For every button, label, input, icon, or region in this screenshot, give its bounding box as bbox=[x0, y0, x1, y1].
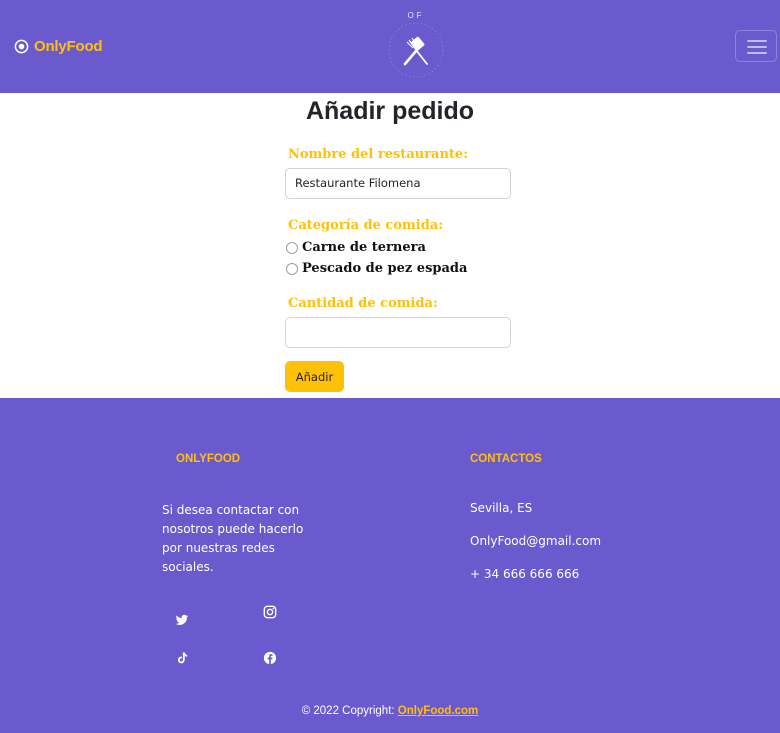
copyright-text: © 2022 Copyright: bbox=[301, 705, 398, 717]
footer: ONLYFOOD Si desea contactar con nosotros… bbox=[0, 398, 780, 733]
radio-option-pescado[interactable]: Pescado de pez espada bbox=[286, 261, 467, 276]
quantity-input[interactable] bbox=[285, 317, 511, 348]
twitter-icon[interactable] bbox=[175, 613, 189, 627]
radio-label: Carne de ternera bbox=[302, 240, 426, 255]
restaurant-input[interactable]: Restaurante Filomena bbox=[285, 168, 511, 199]
radio-label: Pescado de pez espada bbox=[302, 261, 468, 276]
fried-egg-icon bbox=[14, 39, 29, 54]
center-logo[interactable]: OF bbox=[380, 6, 452, 86]
contact-location: Sevilla, ES bbox=[470, 501, 533, 515]
radio-option-carne[interactable]: Carne de ternera bbox=[286, 240, 426, 255]
tiktok-icon[interactable] bbox=[175, 651, 189, 665]
brand-name: OnlyFood bbox=[34, 38, 103, 55]
facebook-icon[interactable] bbox=[263, 651, 277, 665]
footer-about-text: Si desea contactar con nosotros puede ha… bbox=[162, 503, 304, 574]
footer-contact-heading: CONTACTOS bbox=[470, 453, 542, 465]
footer-about-heading: ONLYFOOD bbox=[176, 453, 241, 465]
spatula-fork-logo-icon bbox=[388, 22, 444, 78]
radio-button[interactable] bbox=[286, 262, 298, 275]
add-order-button[interactable]: Añadir bbox=[285, 361, 344, 392]
radio-button[interactable] bbox=[286, 241, 298, 254]
copyright-link[interactable]: OnlyFood.com bbox=[398, 705, 479, 717]
contact-email[interactable]: OnlyFood@gmail.com bbox=[470, 532, 601, 551]
navbar: OnlyFood OF bbox=[0, 0, 780, 93]
category-label: Categoría de comida: bbox=[288, 218, 444, 233]
hamburger-menu-icon bbox=[747, 40, 767, 42]
instagram-icon[interactable] bbox=[263, 605, 277, 619]
menu-toggle-button[interactable] bbox=[735, 30, 777, 62]
copyright: © 2022 Copyright: OnlyFood.com bbox=[0, 705, 780, 717]
restaurant-label: Nombre del restaurante: bbox=[288, 147, 468, 162]
brand-link[interactable]: OnlyFood bbox=[14, 38, 103, 55]
quantity-label: Cantidad de comida: bbox=[288, 296, 438, 311]
page-title: Añadir pedido bbox=[305, 97, 475, 125]
contact-phone: + 34 666 666 666 bbox=[470, 567, 580, 581]
